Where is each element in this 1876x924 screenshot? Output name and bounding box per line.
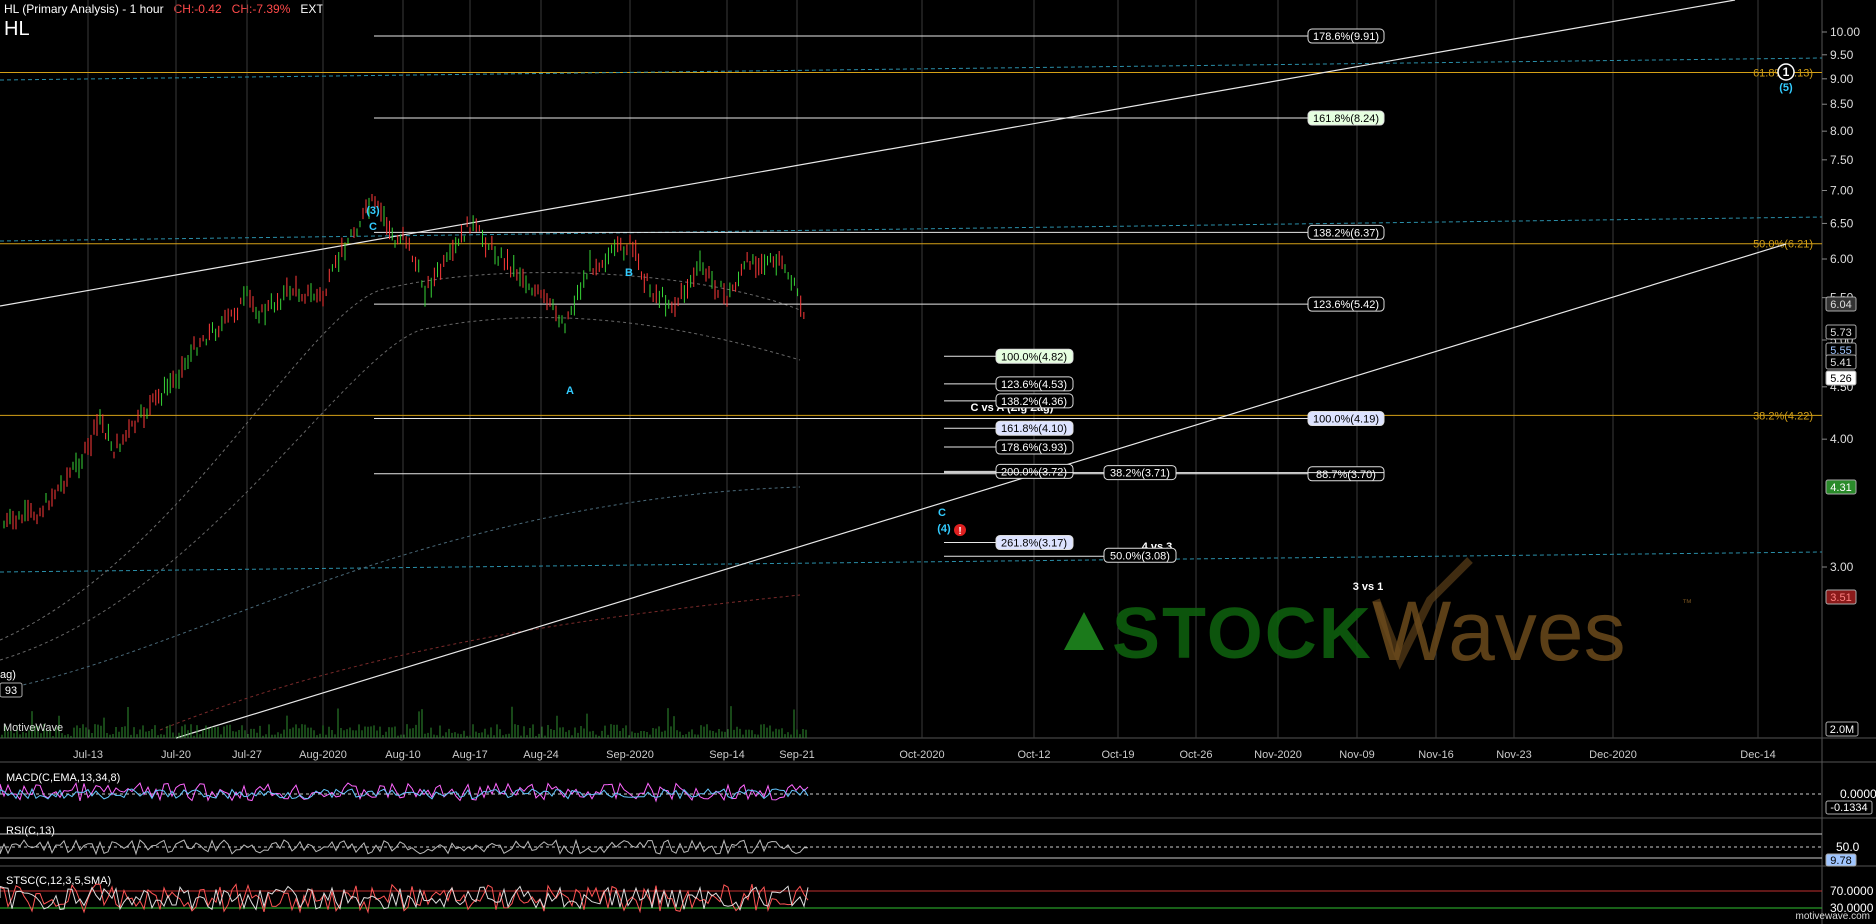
indicator-title: RSI(C,13) bbox=[6, 825, 55, 837]
channel-line bbox=[0, 551, 1823, 573]
price-label: 93 bbox=[5, 685, 17, 697]
wave-label: A bbox=[566, 385, 574, 397]
price-label: 5.73 bbox=[1830, 327, 1851, 339]
zigzag-level-label: 100.0%(4.82) bbox=[1001, 351, 1067, 363]
zigzag-level-label: 261.8%(3.17) bbox=[1001, 538, 1067, 550]
motivewave-credit: MotiveWave bbox=[3, 722, 64, 734]
rsi-value: 9.78 bbox=[1830, 855, 1851, 867]
x-tick-label: Jul-13 bbox=[73, 749, 103, 761]
x-tick-label: Sep-14 bbox=[709, 749, 744, 761]
y-tick-label: 4.00 bbox=[1830, 432, 1854, 446]
moving-average bbox=[159, 594, 801, 731]
gold-level-label: 38.2%(4.22) bbox=[1753, 410, 1813, 422]
stoch-d bbox=[0, 885, 809, 912]
wave-label: 1 bbox=[1783, 65, 1790, 79]
price-label: 3.51 bbox=[1830, 592, 1851, 604]
watermark-tm: ™ bbox=[1682, 598, 1692, 609]
y-tick-label: 7.50 bbox=[1830, 153, 1854, 167]
wave-label: (5) bbox=[1779, 82, 1793, 94]
x-tick-label: Oct-19 bbox=[1101, 749, 1134, 761]
x-tick-label: Aug-17 bbox=[452, 749, 487, 761]
price-label: 6.04 bbox=[1830, 299, 1851, 311]
upper-trendline bbox=[0, 0, 1736, 307]
x-tick-label: Nov-09 bbox=[1339, 749, 1374, 761]
y-tick-label: 7.00 bbox=[1830, 183, 1854, 197]
x-tick-label: Sep-2020 bbox=[606, 749, 654, 761]
x-tick-label: Dec-2020 bbox=[1589, 749, 1637, 761]
zigzag-level-label: 138.2%(4.36) bbox=[1001, 396, 1067, 408]
zigzag-level-label: 161.8%(4.10) bbox=[1001, 423, 1067, 435]
macd-zero-label: 0.0000 bbox=[1840, 787, 1876, 801]
watermark-triangle bbox=[1064, 612, 1104, 650]
y-tick-label: 6.00 bbox=[1830, 252, 1854, 266]
fib-level-label: 178.6%(9.91) bbox=[1313, 31, 1379, 43]
x-tick-label: Jul-27 bbox=[232, 749, 262, 761]
x-tick-label: Oct-26 bbox=[1179, 749, 1212, 761]
channel-line bbox=[0, 216, 1823, 242]
fib-level-label: 138.2%(6.37) bbox=[1313, 227, 1379, 239]
watermark-brand1: STOCK bbox=[1112, 594, 1373, 674]
zigzag-level-label: 123.6%(4.53) bbox=[1001, 379, 1067, 391]
y-tick-label: 3.00 bbox=[1830, 560, 1854, 574]
x-tick-label: Oct-2020 bbox=[899, 749, 944, 761]
rsi-mid-label: 50.0 bbox=[1836, 840, 1860, 854]
x-tick-label: Sep-21 bbox=[779, 749, 814, 761]
x-tick-label: Nov-23 bbox=[1496, 749, 1531, 761]
moving-average bbox=[0, 486, 801, 691]
x-tick-label: Aug-10 bbox=[385, 749, 420, 761]
fib-level-label: 88.7%(3.70) bbox=[1316, 469, 1376, 481]
wave4-level-label: 38.2%(3.71) bbox=[1110, 468, 1170, 480]
x-tick-label: Aug-24 bbox=[523, 749, 558, 761]
x-tick-label: Aug-2020 bbox=[299, 749, 347, 761]
price-label: 5.26 bbox=[1830, 373, 1851, 385]
macd-value: -0.1334 bbox=[1830, 802, 1867, 814]
price-chart[interactable]: Jul-13 Jul-20 Jul-27 Aug-2020 Aug-10 Aug-17 Au… bbox=[0, 0, 1876, 924]
indicator-title: MACD(C,EMA,13,34,8) bbox=[6, 772, 120, 784]
price-label: 4.31 bbox=[1830, 482, 1851, 494]
y-tick-label: 9.50 bbox=[1830, 48, 1854, 62]
y-tick-label: 8.50 bbox=[1830, 97, 1854, 111]
fib-level-label: 100.0%(4.19) bbox=[1313, 414, 1379, 426]
y-tick-label: 10.00 bbox=[1830, 25, 1860, 39]
y-tick-label: 6.50 bbox=[1830, 216, 1854, 230]
wave-label: C bbox=[369, 221, 377, 233]
fib-level-label: 161.8%(8.24) bbox=[1313, 113, 1379, 125]
channel-line bbox=[0, 57, 1823, 81]
stoch-upper-label: 70.0000 bbox=[1830, 884, 1874, 898]
zigzag-level-label: 178.6%(3.93) bbox=[1001, 442, 1067, 454]
price-label: 5.41 bbox=[1830, 357, 1851, 369]
x-tick-label: Jul-20 bbox=[161, 749, 191, 761]
fib-level-label: 123.6%(5.42) bbox=[1313, 299, 1379, 311]
wave-label: (4) bbox=[937, 523, 951, 535]
moving-average bbox=[0, 272, 801, 641]
wave-label: C bbox=[938, 507, 946, 519]
wave4-level-label: 50.0%(3.08) bbox=[1110, 550, 1170, 562]
x-tick-label: Nov-16 bbox=[1418, 749, 1453, 761]
y-tick-label: 9.00 bbox=[1830, 72, 1854, 86]
left-label: ag) bbox=[0, 669, 16, 681]
x-tick-label: Dec-14 bbox=[1740, 749, 1775, 761]
alert-icon-mark: ! bbox=[958, 526, 961, 537]
wave-label: (3) bbox=[366, 205, 380, 217]
x-tick-label: Oct-12 bbox=[1017, 749, 1050, 761]
wave-label: B bbox=[625, 267, 633, 279]
motivewave-url: motivewave.com bbox=[1795, 911, 1870, 922]
price-label: 2.0M bbox=[1830, 724, 1854, 736]
x-tick-label: Nov-2020 bbox=[1254, 749, 1302, 761]
y-tick-label: 8.00 bbox=[1830, 124, 1854, 138]
